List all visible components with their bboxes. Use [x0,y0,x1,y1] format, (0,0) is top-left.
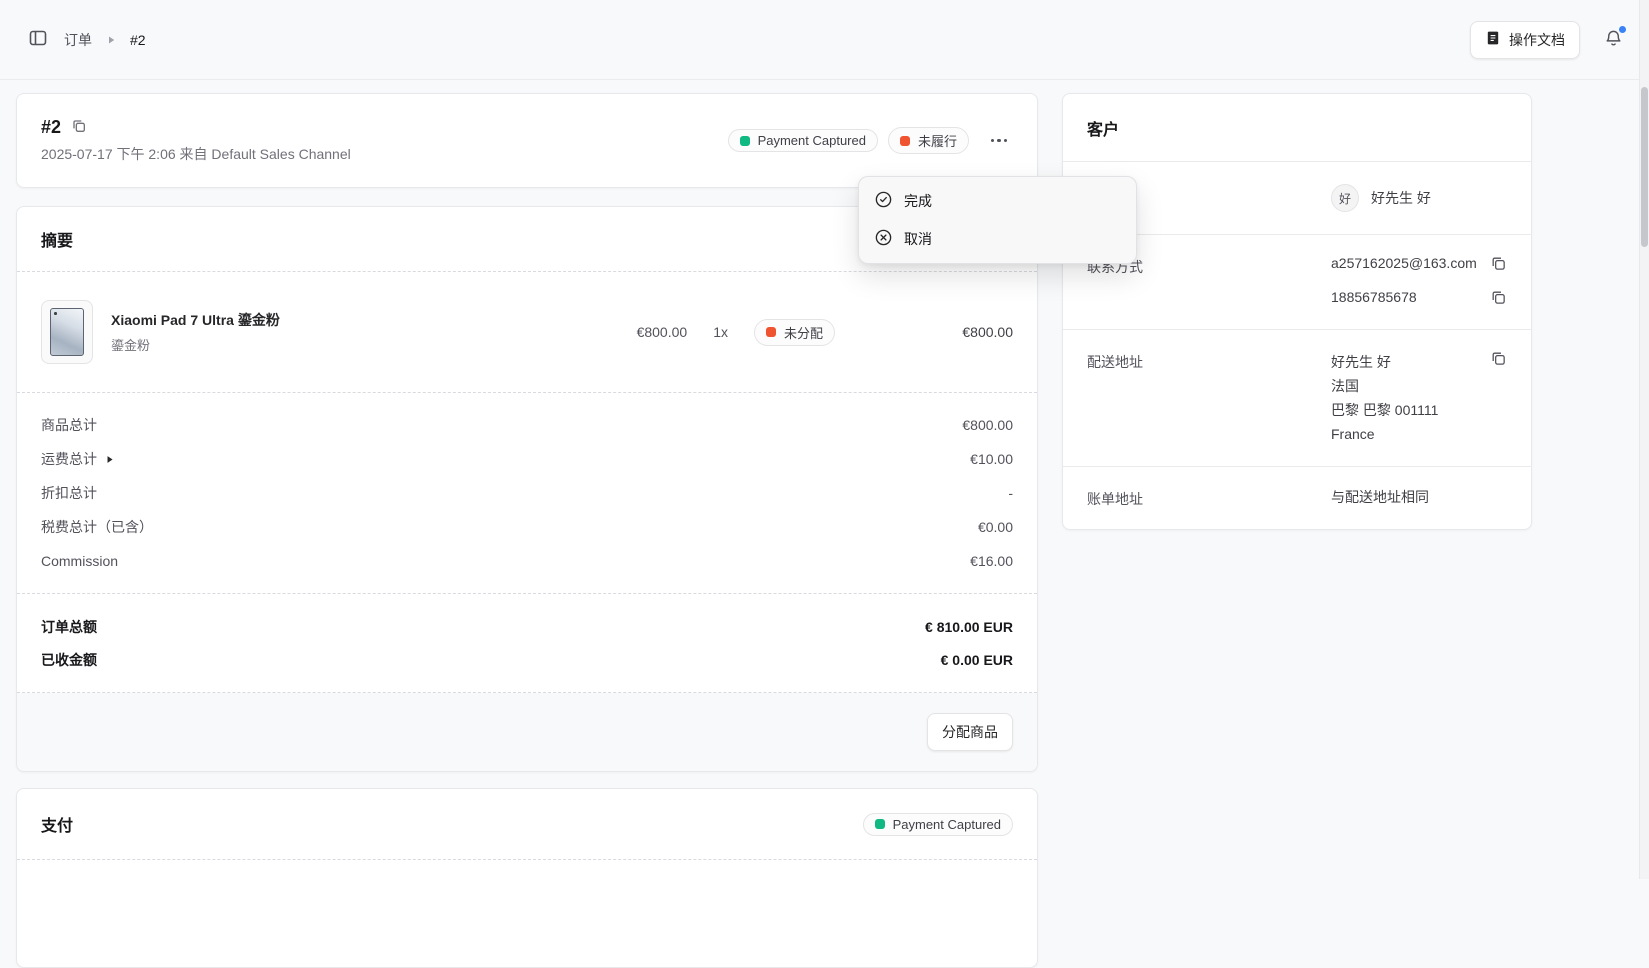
scrollbar-thumb[interactable] [1641,87,1648,247]
copy-icon [1490,350,1507,370]
copy-phone-button[interactable] [1490,289,1507,309]
topbar: 订单 #2 操作文档 [0,0,1649,80]
order-total-row: 订单总额 € 810.00 EUR [41,610,1013,643]
summary-card: 摘要 Xiaomi Pad 7 Ultra 鎏金粉 鎏金粉 €800.00 1x… [16,206,1038,772]
grand-totals-section: 订单总额 € 810.00 EUR 已收金额 € 0.00 EUR [17,594,1037,692]
breadcrumb: 订单 #2 [26,26,146,53]
customer-name: 好先生 好 [1371,188,1431,208]
payment-card: 支付 Payment Captured [16,788,1038,968]
line-total: €800.00 [835,324,1013,340]
order-number: #2 [41,117,61,138]
main-content: #2 2025-07-17 下午 2:06 来自 Default Sales C… [0,80,1649,968]
order-actions-dropdown: 完成 取消 [858,176,1137,264]
copy-icon [1490,255,1507,275]
notifications-button[interactable] [1602,27,1625,53]
copy-icon [71,118,87,137]
order-date-channel: 2025-07-17 下午 2:06 来自 Default Sales Chan… [41,144,351,164]
order-header-card: #2 2025-07-17 下午 2:06 来自 Default Sales C… [16,93,1038,188]
document-icon [1485,30,1501,49]
docs-button[interactable]: 操作文档 [1470,21,1580,59]
total-row-discount: 折扣总计 - [41,476,1013,510]
payment-status-badge: Payment Captured [728,129,878,152]
total-row-commission: Commission €16.00 [41,544,1013,578]
summary-footer: 分配商品 [17,693,1037,771]
customer-title: 客户 [1087,116,1119,140]
billing-address-row: 账单地址 与配送地址相同 [1063,466,1531,529]
payment-captured-badge: Payment Captured [863,813,1013,836]
product-variant: 鎏金粉 [111,335,280,354]
total-row-shipping: 运费总计 €10.00 [41,442,1013,476]
copy-icon [1490,289,1507,309]
topbar-actions: 操作文档 [1470,21,1625,59]
product-thumbnail [41,300,93,364]
avatar: 好 [1331,184,1359,212]
copy-email-button[interactable] [1490,255,1507,275]
docs-button-label: 操作文档 [1509,30,1565,50]
total-row-tax: 税费总计（已含） €0.00 [41,510,1013,544]
red-dot-icon [766,327,776,337]
green-dot-icon [740,136,750,146]
copy-order-number-button[interactable] [71,118,87,137]
unit-price: €800.00 [597,324,687,340]
scrollbar-track [1639,0,1649,879]
tablet-image [50,308,84,356]
shipping-address-row: 配送地址 好先生 好 法国 巴黎 巴黎 001111 France [1063,329,1531,466]
customer-email: a257162025@163.com [1331,255,1477,271]
circle-x-icon [874,228,893,250]
panel-left-icon [28,28,48,51]
totals-section: 商品总计 €800.00 运费总计 €10.00 折扣总计 - [17,393,1037,593]
order-line-item: Xiaomi Pad 7 Ultra 鎏金粉 鎏金粉 €800.00 1x 未分… [17,272,1037,392]
shipping-address-label: 配送地址 [1087,350,1331,446]
red-dot-icon [900,136,910,146]
customer-phone: 18856785678 [1331,289,1417,305]
allocation-badge: 未分配 [754,319,835,346]
quantity: 1x [713,324,728,340]
copy-shipping-address-button[interactable] [1490,350,1507,370]
total-row-items: 商品总计 €800.00 [41,408,1013,442]
fulfillment-status-badge: 未履行 [888,127,969,154]
green-dot-icon [875,819,885,829]
billing-address-value: 与配送地址相同 [1331,487,1507,509]
expand-caret-icon[interactable] [105,455,114,464]
shipping-address-value: 好先生 好 法国 巴黎 巴黎 001111 France [1331,350,1438,446]
paid-total-row: 已收金额 € 0.00 EUR [41,643,1013,676]
menu-item-cancel[interactable]: 取消 [864,220,1131,258]
circle-check-icon [874,190,893,212]
customer-column: 客户 好 好先生 好 联系方式 a257162025@163.com [1062,93,1532,530]
customer-card: 客户 好 好先生 好 联系方式 a257162025@163.com [1062,93,1532,530]
billing-address-label: 账单地址 [1087,487,1331,509]
product-name: Xiaomi Pad 7 Ultra 鎏金粉 [111,310,280,330]
sidebar-toggle-button[interactable] [26,26,50,53]
summary-title: 摘要 [41,227,73,251]
menu-item-complete[interactable]: 完成 [864,182,1131,220]
breadcrumb-orders-link[interactable]: 订单 [64,30,92,50]
divider [17,859,1037,860]
breadcrumb-current: #2 [130,32,146,48]
notification-dot [1619,26,1626,33]
order-actions-menu-button[interactable] [985,127,1013,155]
breadcrumb-arrow-icon [106,35,116,45]
payment-title: 支付 [41,812,73,836]
allocate-items-button[interactable]: 分配商品 [927,713,1013,751]
